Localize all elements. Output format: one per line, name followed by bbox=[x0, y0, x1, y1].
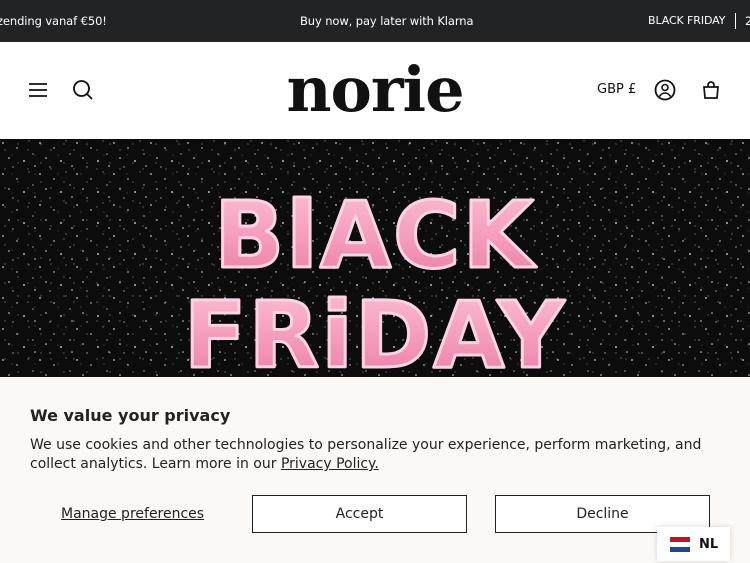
black-friday-graphic: BlACK FRiDAY bbox=[0, 139, 750, 377]
language-code: NL bbox=[699, 536, 719, 552]
site-header: norie GBP £ bbox=[0, 42, 750, 139]
menu-icon[interactable] bbox=[24, 76, 52, 104]
announcement-item: Buy now, pay later with Klarna bbox=[300, 14, 474, 28]
manage-preferences-link[interactable]: Manage preferences bbox=[61, 506, 204, 522]
announcement-item: 2 bbox=[745, 14, 750, 28]
privacy-policy-link[interactable]: Privacy Policy. bbox=[281, 456, 379, 472]
site-logo[interactable]: norie bbox=[270, 50, 480, 130]
netherlands-flag-icon bbox=[670, 536, 690, 552]
hero-title-line2: FRiDAY bbox=[184, 282, 567, 377]
hero-banner[interactable]: BlACK FRiDAY bbox=[0, 139, 750, 377]
hero-title-line1: BlACK bbox=[214, 182, 537, 289]
cart-icon[interactable] bbox=[697, 76, 725, 104]
language-selector[interactable]: NL bbox=[657, 527, 730, 561]
announcement-divider bbox=[735, 13, 736, 29]
announcement-item: BLACK FRIDAY bbox=[648, 14, 726, 27]
cookie-title: We value your privacy bbox=[30, 406, 231, 425]
cookie-banner: We value your privacy We use cookies and… bbox=[0, 377, 750, 563]
flag-stripe bbox=[670, 546, 690, 552]
currency-selector[interactable]: GBP £ bbox=[597, 82, 636, 97]
account-icon[interactable] bbox=[651, 76, 679, 104]
search-icon[interactable] bbox=[69, 76, 97, 104]
accept-button[interactable]: Accept bbox=[252, 495, 467, 533]
cookie-description: We use cookies and other technologies to… bbox=[30, 436, 720, 474]
announcement-item: zending vanaf €50! bbox=[0, 14, 107, 28]
announcement-bar: zending vanaf €50! Buy now, pay later wi… bbox=[0, 0, 750, 42]
